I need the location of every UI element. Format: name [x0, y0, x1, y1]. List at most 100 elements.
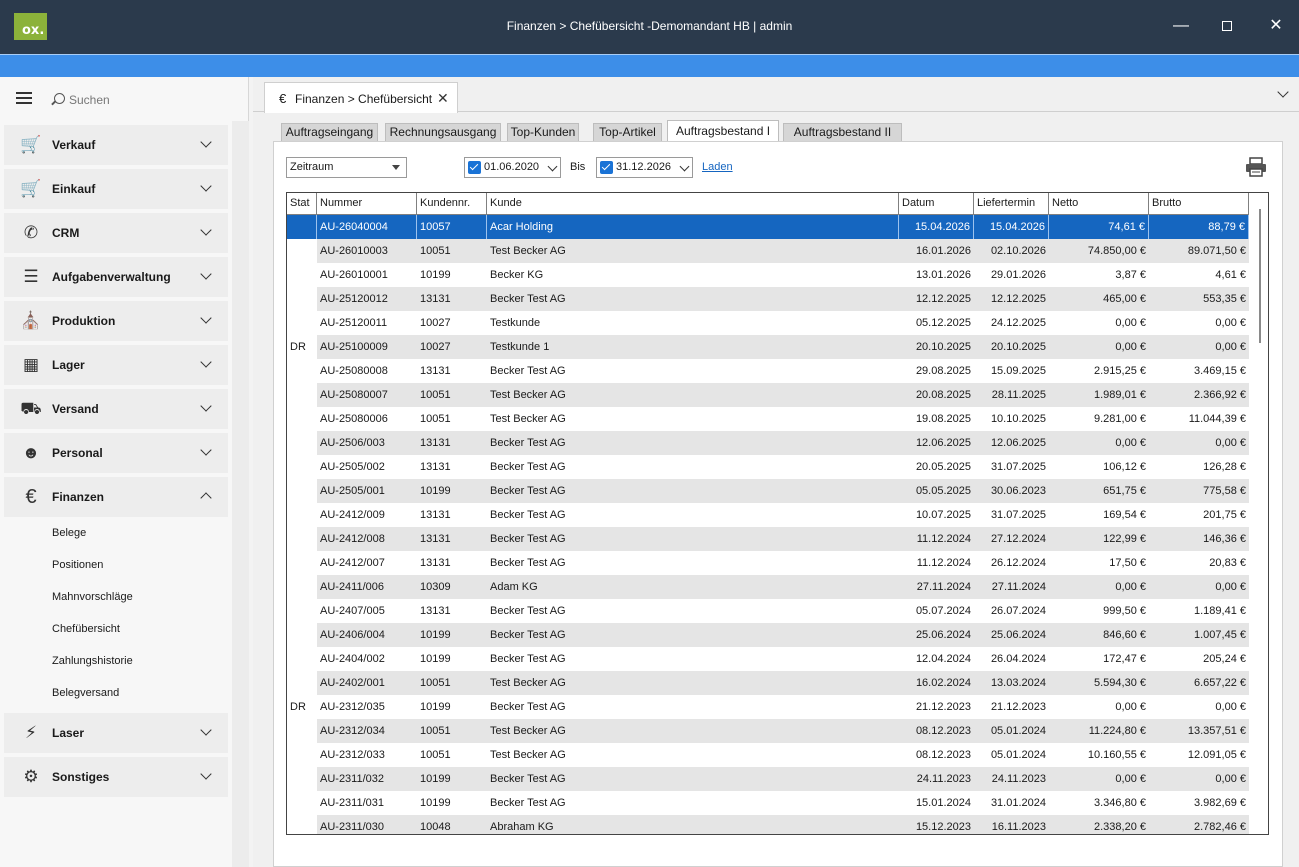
table-row[interactable]: AU-2412/008 13131 Becker Test AG 11.12.2024…: [287, 527, 1249, 551]
chevron-down-icon: [200, 181, 214, 195]
col-netto[interactable]: Netto: [1049, 193, 1149, 215]
nav-label: Sonstiges: [52, 770, 110, 784]
col-datum[interactable]: Datum: [899, 193, 974, 215]
cell-liefertermin: 24.12.2025: [990, 317, 1046, 329]
cell-datum: 20.10.2025: [915, 341, 971, 353]
chevron-down-icon[interactable]: [1277, 87, 1291, 101]
nav-crm[interactable]: ✆ CRM: [4, 213, 228, 253]
tab-finanzen-chefuebersicht[interactable]: € Finanzen > Chefübersicht ✕: [264, 82, 458, 113]
sub-zahlungshistorie[interactable]: Zahlungshistorie: [52, 655, 133, 667]
sub-belege[interactable]: Belege: [52, 527, 86, 539]
nav-lager[interactable]: ▦ Lager: [4, 345, 228, 385]
sub-positionen[interactable]: Positionen: [52, 559, 103, 571]
sidebar: Suchen 🛒 Verkauf 🛒 Einkauf ✆ CRM ☰ Aufga…: [0, 77, 249, 867]
table-row[interactable]: AU-2412/007 13131 Becker Test AG 11.12.2024…: [287, 551, 1249, 575]
minimize-icon[interactable]: —: [1169, 14, 1193, 38]
col-stat[interactable]: Stat: [287, 193, 317, 215]
sub-mahnvorschlaege[interactable]: Mahnvorschläge: [52, 591, 133, 603]
table-row[interactable]: AU-2402/001 10051 Test Becker AG 16.02.2024…: [287, 671, 1249, 695]
table-row[interactable]: AU-2506/003 13131 Becker Test AG 12.06.2025…: [287, 431, 1249, 455]
table-row[interactable]: AU-26010001 10199 Becker KG 13.01.2026 29.01…: [287, 263, 1249, 287]
cell-nummer: AU-2312/034: [320, 725, 385, 737]
nav-produktion[interactable]: ⛪ Produktion: [4, 301, 228, 341]
tab-auftragsbestand-2[interactable]: Auftragsbestand II: [783, 123, 902, 141]
scrollbar-thumb[interactable]: [1259, 209, 1261, 343]
cell-stat: [287, 527, 317, 551]
nav-personal[interactable]: ☻ Personal: [4, 433, 228, 473]
cell-kundennr: 10051: [420, 245, 451, 257]
hamburger-menu-icon[interactable]: [16, 92, 32, 104]
cell-brutto: 0,00 €: [1215, 773, 1246, 785]
table-row[interactable]: AU-2505/002 13131 Becker Test AG 20.05.2025…: [287, 455, 1249, 479]
table-row[interactable]: AU-2311/032 10199 Becker Test AG 24.11.2023…: [287, 767, 1249, 791]
table-row[interactable]: AU-2312/034 10051 Test Becker AG 08.12.2023…: [287, 719, 1249, 743]
table-row[interactable]: AU-26010003 10051 Test Becker AG 16.01.2026…: [287, 239, 1249, 263]
nav-laser[interactable]: ⚡ Laser: [4, 713, 228, 753]
printer-icon[interactable]: [1244, 157, 1268, 177]
table-row[interactable]: AU-25080007 10051 Test Becker AG 20.08.2025…: [287, 383, 1249, 407]
table-row[interactable]: AU-2404/002 10199 Becker Test AG 12.04.2024…: [287, 647, 1249, 671]
table-row[interactable]: AU-2311/031 10199 Becker Test AG 15.01.2024…: [287, 791, 1249, 815]
cell-brutto: 2.782,46 €: [1194, 821, 1246, 833]
table-row[interactable]: AU-2312/033 10051 Test Becker AG 08.12.2023…: [287, 743, 1249, 767]
table-row[interactable]: AU-25120012 13131 Becker Test AG 12.12.2025…: [287, 287, 1249, 311]
sub-belegversand[interactable]: Belegversand: [52, 687, 119, 699]
table-row[interactable]: AU-2406/004 10199 Becker Test AG 25.06.2024…: [287, 623, 1249, 647]
cell-stat: [287, 431, 317, 455]
table-row[interactable]: AU-26040004 10057 Acar Holding 15.04.2026 15…: [287, 215, 1249, 239]
table-row[interactable]: AU-2411/006 10309 Adam KG 27.11.2024 27.11.2…: [287, 575, 1249, 599]
table-row[interactable]: AU-25080006 10051 Test Becker AG 19.08.2025…: [287, 407, 1249, 431]
cell-kundennr: 10199: [420, 485, 451, 497]
cell-liefertermin: 25.06.2024: [990, 629, 1046, 641]
date-from-picker[interactable]: 01.06.2020: [464, 157, 561, 178]
cell-stat: [287, 503, 317, 527]
nav-aufgabenverwaltung[interactable]: ☰ Aufgabenverwaltung: [4, 257, 228, 297]
table-row[interactable]: AU-2412/009 13131 Becker Test AG 10.07.2025…: [287, 503, 1249, 527]
col-kunde[interactable]: Kunde: [487, 193, 899, 215]
table-row[interactable]: AU-2505/001 10199 Becker Test AG 05.05.2025…: [287, 479, 1249, 503]
tab-top-artikel[interactable]: Top-Artikel: [593, 123, 662, 141]
nav-versand[interactable]: ⛟ Versand: [4, 389, 228, 429]
table-row[interactable]: DR AU-25100009 10027 Testkunde 1 20.10.2025 2…: [287, 335, 1249, 359]
nav-label: Verkauf: [52, 138, 96, 152]
tab-auftragseingang[interactable]: Auftragseingang: [281, 123, 378, 141]
period-select[interactable]: Zeitraum: [286, 157, 407, 178]
cell-datum: 20.08.2025: [915, 389, 971, 401]
col-kundennr[interactable]: Kundennr.: [417, 193, 487, 215]
cell-brutto: 0,00 €: [1215, 317, 1246, 329]
cell-datum: 16.02.2024: [915, 677, 971, 689]
nav-finanzen[interactable]: € Finanzen: [4, 477, 228, 517]
load-link[interactable]: Laden: [702, 161, 733, 173]
table-row[interactable]: AU-25080008 13131 Becker Test AG 29.08.2025…: [287, 359, 1249, 383]
close-window-icon[interactable]: ✕: [1264, 14, 1288, 38]
table-header: Stat Nummer Kundennr. Kunde Datum Liefer…: [287, 193, 1249, 215]
chevron-down-icon: [679, 161, 690, 172]
nav-verkauf[interactable]: 🛒 Verkauf: [4, 125, 228, 165]
tab-rechnungsausgang[interactable]: Rechnungsausgang: [385, 123, 501, 141]
date-to-picker[interactable]: 31.12.2026: [596, 157, 693, 178]
col-nummer[interactable]: Nummer: [317, 193, 417, 215]
cell-netto: 0,00 €: [1115, 437, 1146, 449]
sub-chefuebersicht[interactable]: Chefübersicht: [52, 623, 120, 635]
checkbox-checked-icon[interactable]: [468, 161, 481, 174]
checkbox-checked-icon[interactable]: [600, 161, 613, 174]
table-scrollbar[interactable]: [1253, 193, 1268, 834]
maximize-icon[interactable]: [1215, 14, 1239, 38]
tab-top-kunden[interactable]: Top-Kunden: [507, 123, 579, 141]
table-row[interactable]: DR AU-2312/035 10199 Becker Test AG 21.12.20…: [287, 695, 1249, 719]
sidebar-scrollbar[interactable]: [232, 121, 249, 867]
nav-sonstiges[interactable]: ⚙ Sonstiges: [4, 757, 228, 797]
close-icon[interactable]: ✕: [437, 90, 449, 107]
col-brutto[interactable]: Brutto: [1149, 193, 1249, 215]
nav-einkauf[interactable]: 🛒 Einkauf: [4, 169, 228, 209]
table-row[interactable]: AU-25120011 10027 Testkunde 05.12.2025 24.12…: [287, 311, 1249, 335]
cell-nummer: AU-2407/005: [320, 605, 385, 617]
table-row[interactable]: AU-2407/005 13131 Becker Test AG 05.07.2024…: [287, 599, 1249, 623]
table-row[interactable]: AU-2311/030 10048 Abraham KG 15.12.2023 16.1…: [287, 815, 1249, 834]
col-liefertermin[interactable]: Liefertermin: [974, 193, 1049, 215]
accent-bar: [0, 54, 1299, 77]
cell-kundennr: 13131: [420, 509, 451, 521]
tab-auftragsbestand-1[interactable]: Auftragsbestand I: [667, 120, 779, 142]
search-input[interactable]: Suchen: [69, 93, 110, 107]
cell-datum: 27.11.2024: [916, 581, 971, 593]
